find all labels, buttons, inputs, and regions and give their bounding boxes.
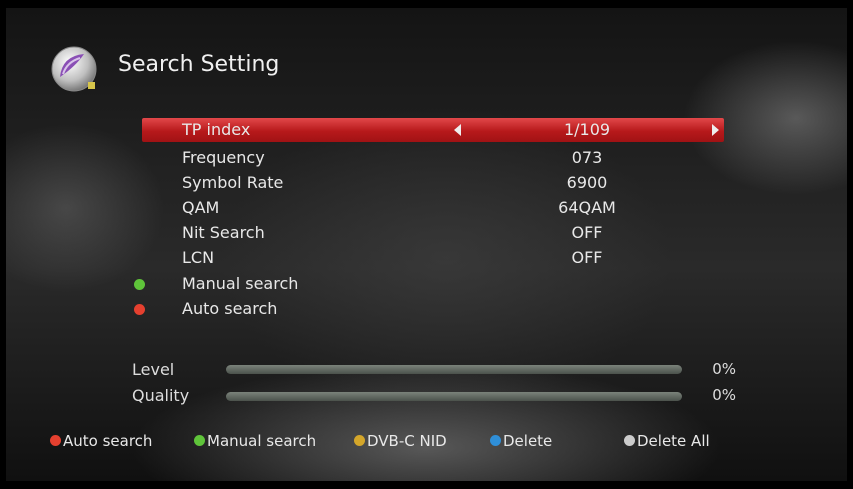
footer-dvb-c-nid[interactable]: DVB-C NID (354, 432, 447, 452)
setting-row-symbol-rate[interactable]: Symbol Rate 6900 (142, 171, 724, 195)
level-value: 0% (712, 360, 736, 378)
auto-search-label: Auto search (182, 299, 278, 318)
green-dot-icon (134, 279, 145, 290)
footer-label: DVB-C NID (367, 432, 447, 450)
setting-row-nit-search[interactable]: Nit Search OFF (142, 221, 724, 245)
white-dot-icon (624, 435, 635, 446)
red-dot-icon (50, 435, 61, 446)
level-bar (226, 365, 682, 374)
footer-label: Delete All (637, 432, 710, 450)
setting-value: 1/109 (563, 120, 611, 139)
setting-label: TP index (182, 120, 251, 139)
footer-label: Manual search (207, 432, 317, 450)
quality-label: Quality (132, 386, 190, 405)
setting-value: 64QAM (558, 198, 616, 217)
footer-manual-search[interactable]: Manual search (194, 432, 316, 452)
blue-dot-icon (490, 435, 501, 446)
setting-value: 6900 (566, 173, 608, 192)
setting-row-qam[interactable]: QAM 64QAM (142, 196, 724, 220)
arrow-left-icon[interactable] (454, 124, 461, 136)
screen: Search Setting TP index 1/109 Frequency … (6, 8, 847, 481)
setting-label: QAM (182, 198, 220, 217)
green-dot-icon (194, 435, 205, 446)
manual-search-label: Manual search (182, 274, 299, 293)
setting-row-tp-index[interactable]: TP index 1/109 (142, 118, 724, 142)
level-label: Level (132, 360, 175, 379)
satellite-dish-icon (51, 46, 97, 92)
setting-row-lcn[interactable]: LCN OFF (142, 246, 724, 270)
footer-auto-search[interactable]: Auto search (50, 432, 152, 452)
setting-value: OFF (571, 248, 603, 267)
footer-label: Auto search (63, 432, 153, 450)
setting-row-frequency[interactable]: Frequency 073 (142, 146, 724, 170)
quality-bar (226, 392, 682, 401)
footer-delete[interactable]: Delete (490, 432, 552, 452)
red-dot-icon (134, 304, 145, 315)
setting-label: Nit Search (182, 223, 265, 242)
footer-label: Delete (503, 432, 553, 450)
setting-label: Frequency (182, 148, 265, 167)
setting-label: LCN (182, 248, 215, 267)
setting-label: Symbol Rate (182, 173, 284, 192)
setting-value: 073 (571, 148, 603, 167)
page-title: Search Setting (118, 52, 280, 77)
yellow-dot-icon (354, 435, 365, 446)
arrow-right-icon[interactable] (712, 124, 719, 136)
footer-delete-all[interactable]: Delete All (624, 432, 710, 452)
quality-value: 0% (712, 386, 736, 404)
setting-value: OFF (571, 223, 603, 242)
